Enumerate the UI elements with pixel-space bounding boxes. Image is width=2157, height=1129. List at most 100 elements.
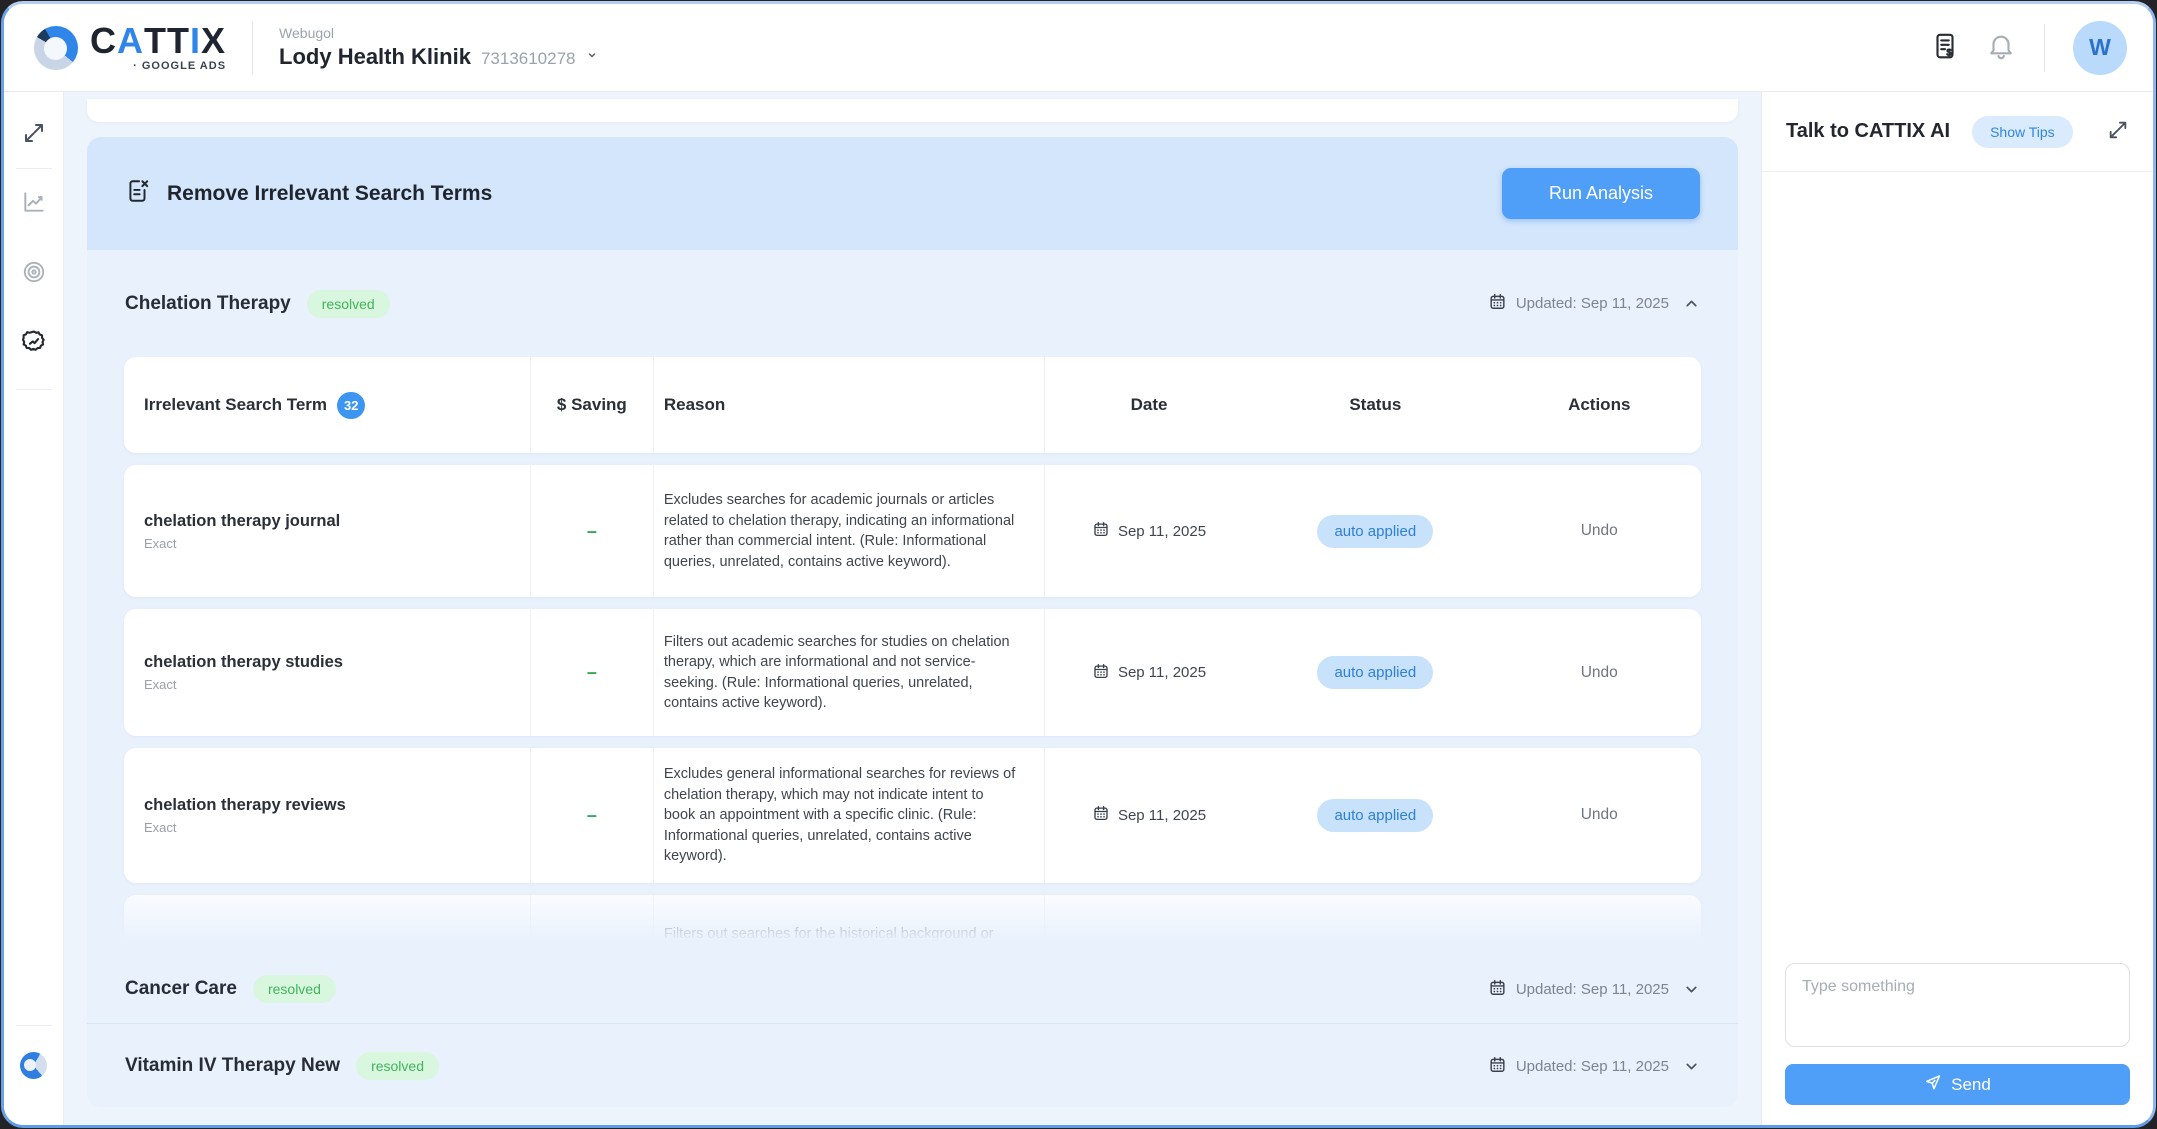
term-cell: chelation therapy history Exact — [124, 895, 531, 956]
match-type: Exact — [144, 677, 520, 692]
brand-letter: C — [90, 23, 117, 59]
ai-panel-title: Talk to CATTIX AI — [1786, 120, 1950, 143]
billing-button[interactable]: $ — [1930, 31, 1960, 64]
chat-input[interactable] — [1785, 963, 2130, 1047]
brand-letter: T — [167, 23, 190, 59]
sidebar-item-expand[interactable] — [12, 112, 56, 156]
ai-chat-composer: Send — [1762, 963, 2153, 1125]
calendar-icon — [1488, 292, 1507, 315]
calendar-icon — [1092, 954, 1110, 956]
calendar-icon — [1092, 662, 1110, 684]
actions-cell: Undo — [1498, 609, 1701, 736]
banner-title: Remove Irrelevant Search Terms — [167, 182, 492, 206]
column-header-actions: Actions — [1498, 357, 1701, 453]
status-badge-resolved: resolved — [307, 290, 390, 318]
sidebar-item-optimizations[interactable] — [12, 321, 56, 365]
status-badge-auto-applied: auto applied — [1317, 948, 1433, 955]
svg-text:$: $ — [1947, 48, 1953, 58]
gear-badge-icon — [20, 328, 48, 359]
brand-name: CATTIX — [90, 23, 226, 59]
date-cell: Sep 11, 2025 — [1045, 465, 1253, 597]
sidebar-divider — [16, 168, 52, 169]
match-type: Exact — [144, 820, 520, 835]
reason-cell: Filters out searches for the historical … — [654, 895, 1045, 956]
sidebar — [4, 92, 64, 1125]
avatar[interactable]: W — [2073, 21, 2127, 75]
status-badge-auto-applied: auto applied — [1317, 515, 1433, 548]
sidebar-divider — [16, 1025, 52, 1026]
ai-panel-header: Talk to CATTIX AI Show Tips — [1762, 92, 2153, 172]
avatar-initial: W — [2089, 34, 2111, 61]
saving-value: – — [587, 805, 597, 826]
main-content: Remove Irrelevant Search Terms Run Analy… — [64, 92, 1761, 1125]
date-cell: Sep 11, 2025 — [1045, 609, 1253, 736]
workspace-org: Webugol — [279, 25, 597, 41]
section-header-chelation-therapy[interactable]: Chelation Therapy resolved Updated: Sep … — [87, 250, 1738, 357]
saving-value: – — [587, 954, 597, 955]
status-cell: auto applied — [1253, 895, 1497, 956]
section-name: Chelation Therapy — [125, 293, 291, 315]
table-rows: chelation therapy journal Exact – Exclud… — [124, 465, 1701, 955]
term-cell: chelation therapy reviews Exact — [124, 748, 531, 883]
paper-plane-icon — [1924, 1073, 1942, 1096]
section-updated-label: Updated: Sep 11, 2025 — [1516, 1058, 1669, 1075]
status-badge-auto-applied: auto applied — [1317, 656, 1433, 689]
top-bar: CATTIX · GOOGLE ADS Webugol Lody Health … — [4, 4, 2153, 92]
table-row: chelation therapy history Exact – Filter… — [124, 895, 1701, 956]
chevron-up-icon[interactable] — [1683, 295, 1700, 312]
reason-cell: Excludes searches for academic journals … — [654, 465, 1045, 597]
brand-letter: T — [144, 23, 167, 59]
ai-chat-messages — [1762, 172, 2153, 963]
send-button[interactable]: Send — [1785, 1064, 2130, 1105]
search-terms-panel: Remove Irrelevant Search Terms Run Analy… — [87, 137, 1738, 1107]
saving-cell: – — [531, 895, 654, 956]
cattix-logo-small-icon — [20, 1052, 47, 1079]
feature-banner: Remove Irrelevant Search Terms Run Analy… — [87, 137, 1738, 250]
actions-cell: Undo — [1498, 748, 1701, 883]
target-icon — [21, 259, 47, 288]
reason-cell: Excludes general informational searches … — [654, 748, 1045, 883]
header-divider — [252, 22, 253, 74]
term-cell: chelation therapy studies Exact — [124, 609, 531, 736]
match-type: Exact — [144, 536, 520, 551]
chevron-down-icon[interactable] — [586, 48, 598, 66]
status-badge-auto-applied: auto applied — [1317, 799, 1433, 832]
column-header-date: Date — [1045, 357, 1253, 453]
search-term: chelation therapy journal — [144, 512, 520, 531]
status-badge-resolved: resolved — [253, 975, 336, 1003]
chart-icon — [21, 189, 47, 218]
notifications-button[interactable] — [1986, 31, 2016, 64]
undo-button[interactable]: Undo — [1581, 664, 1618, 682]
column-header-term: Irrelevant Search Term 32 — [124, 357, 531, 453]
calendar-icon — [1488, 1055, 1507, 1078]
section-updated-label: Updated: Sep 11, 2025 — [1516, 295, 1669, 312]
show-tips-button[interactable]: Show Tips — [1972, 116, 2073, 148]
brand-logo: CATTIX · GOOGLE ADS — [34, 23, 226, 72]
header-divider — [2044, 24, 2045, 72]
undo-button[interactable]: Undo — [1581, 522, 1618, 540]
date-cell: Sep 11, 2025 — [1045, 748, 1253, 883]
scrolled-card-remnant — [87, 99, 1738, 122]
sidebar-item-analytics[interactable] — [12, 181, 56, 225]
section-updated-label: Updated: Sep 11, 2025 — [1516, 981, 1669, 998]
brand-subtitle: · GOOGLE ADS — [133, 60, 226, 72]
actions-cell: Undo — [1498, 465, 1701, 597]
section-name: Vitamin IV Therapy New — [125, 1055, 340, 1077]
status-badge-resolved: resolved — [356, 1052, 439, 1080]
chevron-down-icon[interactable] — [1683, 981, 1700, 998]
status-cell: auto applied — [1253, 465, 1497, 597]
term-count-badge: 32 — [337, 392, 365, 419]
section-header-cancer-care[interactable]: Cancer Care resolved Updated: Sep 11, 20… — [87, 955, 1738, 1023]
section-name: Cancer Care — [125, 978, 237, 1000]
saving-value: – — [587, 662, 597, 683]
date-cell: Sep 11, 2025 — [1045, 895, 1253, 956]
run-analysis-button[interactable]: Run Analysis — [1502, 168, 1700, 219]
chevron-down-icon[interactable] — [1683, 1058, 1700, 1075]
section-header-vitamin-iv-therapy[interactable]: Vitamin IV Therapy New resolved Updated:… — [87, 1024, 1738, 1107]
expand-panel-button[interactable] — [2107, 119, 2129, 144]
sidebar-item-targeting[interactable] — [12, 251, 56, 295]
undo-button[interactable]: Undo — [1581, 806, 1618, 824]
calendar-icon — [1092, 520, 1110, 542]
workspace-switcher[interactable]: Webugol Lody Health Klinik 7313610278 — [279, 25, 597, 70]
document-x-icon — [125, 178, 151, 209]
